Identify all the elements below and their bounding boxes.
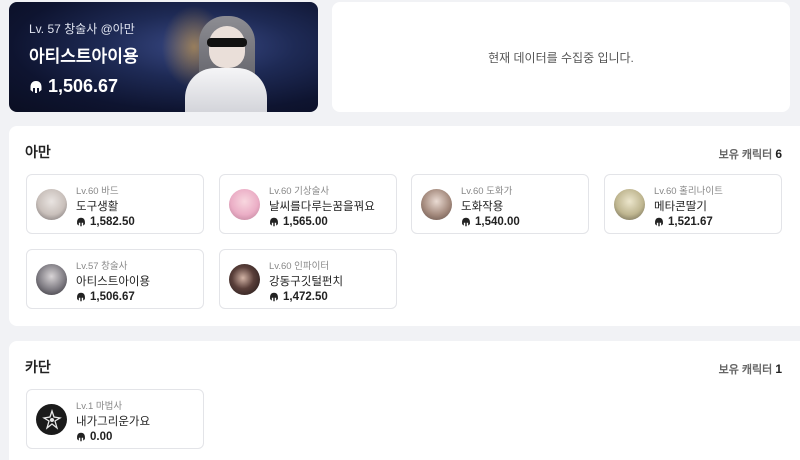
character-avatar: [36, 264, 67, 295]
character-name: 내가그리운가요: [76, 416, 151, 428]
top-section: Lv. 57 창술사 @아만 아티스트아이용 1,506.67 현재 데이터를 …: [0, 0, 800, 120]
character-avatar: [421, 189, 452, 220]
character-level-class: Lv.60 홀리나이트: [654, 186, 723, 197]
character-count: 보유 캐릭터 6: [718, 147, 782, 161]
character-name: 도구생활: [76, 201, 119, 213]
character-name: 날씨를다루는꿈을꿔요: [269, 201, 375, 213]
main-character-banner[interactable]: Lv. 57 창술사 @아만 아티스트아이용 1,506.67: [9, 2, 318, 112]
character-item-level: 1,540.00: [461, 216, 520, 228]
server-section-aman: 아만 보유 캐릭터 6 Lv.60 바드 도구생활 1,582.50 Lv.60…: [9, 126, 800, 326]
character-card[interactable]: Lv.60 도화가 도화작용 1,540.00: [411, 174, 589, 234]
helmet-icon: [462, 217, 470, 227]
helmet-icon: [655, 217, 663, 227]
helmet-icon: [270, 292, 278, 302]
character-item-level: 1,506.67: [76, 291, 150, 303]
character-card[interactable]: Lv.60 홀리나이트 메타콘딸기 1,521.67: [604, 174, 782, 234]
character-card[interactable]: Lv.60 인파이터 강동구깃털펀치 1,472.50: [219, 249, 397, 309]
character-sunglasses: [207, 38, 247, 47]
status-message: 현재 데이터를 수집중 입니다.: [488, 50, 634, 65]
character-item-level: 1,521.67: [654, 216, 723, 228]
server-name: 카단: [25, 359, 51, 375]
character-coat: [185, 68, 267, 112]
character-level-class: Lv.57 창술사: [76, 261, 128, 272]
hero-name: 아티스트아이용: [29, 47, 139, 66]
character-item-level: 0.00: [76, 431, 150, 443]
character-avatar: [229, 189, 260, 220]
hero-item-level: 1,506.67: [29, 76, 118, 97]
character-name: 아티스트아이용: [76, 276, 151, 288]
status-panel: 현재 데이터를 수집중 입니다.: [332, 2, 790, 112]
hero-item-level-value: 1,506.67: [48, 76, 119, 96]
character-name: 메타콘딸기: [654, 201, 707, 213]
character-face: [209, 26, 245, 68]
character-item-level: 1,472.50: [269, 291, 343, 303]
character-level-class: Lv.60 인파이터: [269, 261, 330, 272]
character-card[interactable]: Lv.60 바드 도구생활 1,582.50: [26, 174, 204, 234]
character-item-level: 1,565.00: [269, 216, 375, 228]
helmet-icon: [77, 217, 85, 227]
character-portrait: [185, 16, 267, 112]
character-level-class: Lv.1 마법사: [76, 401, 123, 412]
character-avatar: [36, 189, 67, 220]
character-avatar: [614, 189, 645, 220]
character-level-class: Lv.60 기상술사: [269, 186, 330, 197]
character-name: 도화작용: [461, 201, 504, 213]
hero-meta: Lv. 57 창술사 @아만: [29, 22, 135, 36]
helmet-icon: [270, 217, 278, 227]
mage-emblem-icon: [41, 408, 62, 430]
character-avatar: [229, 264, 260, 295]
character-level-class: Lv.60 도화가: [461, 186, 513, 197]
helmet-icon: [77, 292, 85, 302]
character-card[interactable]: Lv.1 마법사 내가그리운가요 0.00: [26, 389, 204, 449]
server-name: 아만: [25, 144, 51, 160]
character-level-class: Lv.60 바드: [76, 186, 119, 197]
character-avatar: [36, 404, 67, 435]
character-count: 보유 캐릭터 1: [718, 362, 782, 376]
helmet-icon: [30, 80, 42, 93]
character-card[interactable]: Lv.60 기상술사 날씨를다루는꿈을꿔요 1,565.00: [219, 174, 397, 234]
character-card[interactable]: Lv.57 창술사 아티스트아이용 1,506.67: [26, 249, 204, 309]
character-name: 강동구깃털펀치: [269, 276, 344, 288]
helmet-icon: [77, 432, 85, 442]
server-section-kadan: 카단 보유 캐릭터 1 Lv.1 마법사 내가그리운가요 0.00: [9, 341, 800, 460]
character-item-level: 1,582.50: [76, 216, 135, 228]
